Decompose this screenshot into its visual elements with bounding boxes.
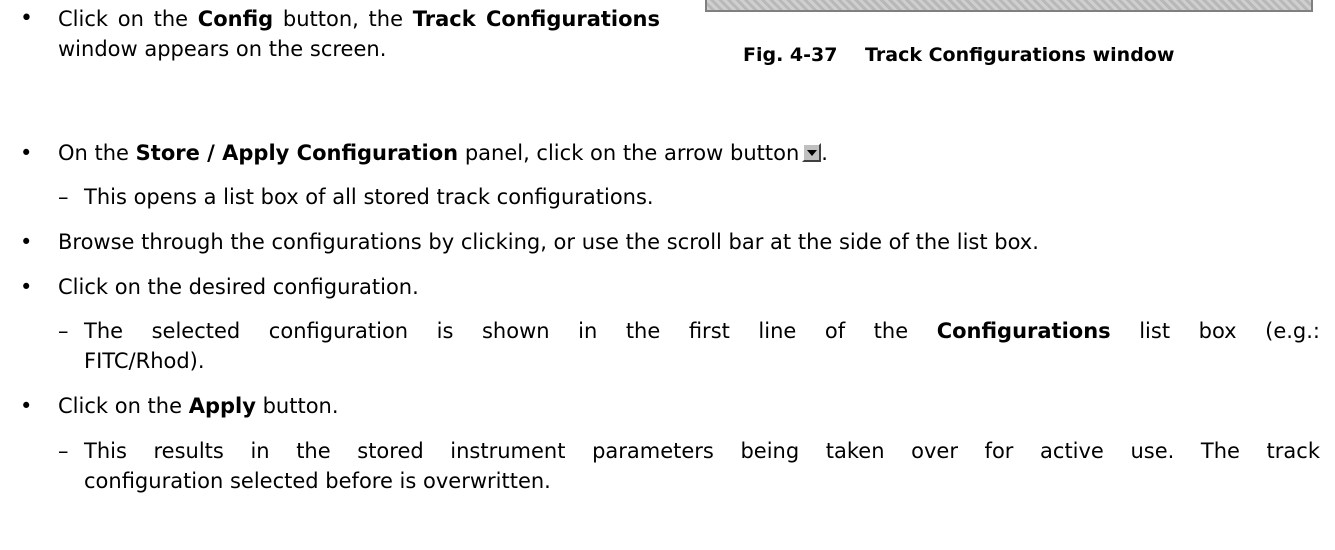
step-apply: Click on the Apply button. <box>20 391 1320 421</box>
text: panel, click on the arrow button <box>458 141 800 165</box>
configurations-term: Configurations <box>936 319 1111 343</box>
step-browse: Browse through the configurations by cli… <box>20 227 1320 257</box>
text: This results in the stored instrument pa… <box>84 439 1320 463</box>
figure-number: Fig. 4-37 <box>743 44 838 66</box>
text: This opens a list box of all stored trac… <box>84 185 654 209</box>
figure-caption: Fig. 4-37 Track Configurations window <box>743 44 1174 66</box>
text: The selected configuration is shown in t… <box>84 319 937 343</box>
step-selected-note-cont: FITC/Rhod). <box>84 346 1320 376</box>
text: Click on the <box>58 7 198 31</box>
text: configuration selected before is overwri… <box>84 469 551 493</box>
text: Click on the desired configuration. <box>58 275 419 299</box>
text: FITC/Rhod). <box>84 349 205 373</box>
store-apply-term: Store / Apply Configuration <box>135 141 459 165</box>
text: Browse through the configurations by cli… <box>58 230 1039 254</box>
dropdown-arrow-icon <box>802 143 822 162</box>
step-store-apply: On the Store / Apply Configuration panel… <box>20 138 1320 168</box>
text: list box (e.g.: <box>1110 319 1320 343</box>
text: button, the <box>273 7 413 31</box>
step-config: Click on the Config button, the Track Co… <box>20 4 660 64</box>
figure-image-bottom-edge <box>705 0 1313 12</box>
step-click-desired: Click on the desired configuration. <box>20 272 1320 302</box>
track-configurations-term: Track Configurations <box>412 7 661 31</box>
config-term: Config <box>197 7 274 31</box>
text: Click on the <box>58 394 189 418</box>
step-result-note: This results in the stored instrument pa… <box>58 436 1320 466</box>
step-result-note-cont: configuration selected before is overwri… <box>84 466 1320 496</box>
step-selected-note: The selected configuration is shown in t… <box>58 316 1320 346</box>
text: On the <box>58 141 136 165</box>
step-list-box-note: This opens a list box of all stored trac… <box>58 182 1320 212</box>
text: window appears on the screen. <box>58 37 387 61</box>
apply-term: Apply <box>188 394 256 418</box>
text: button. <box>255 394 339 418</box>
figure-title: Track Configurations window <box>865 44 1175 66</box>
